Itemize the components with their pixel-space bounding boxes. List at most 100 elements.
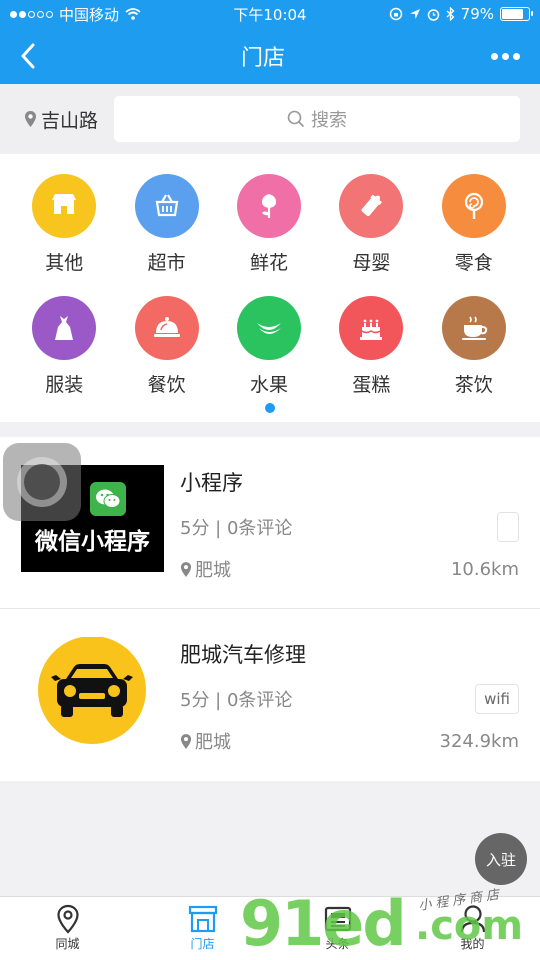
- category-label: 零食: [454, 252, 493, 274]
- signal-strength-icon: [10, 10, 53, 18]
- page-dot: [265, 403, 275, 413]
- category-item[interactable]: 水果: [218, 276, 320, 398]
- lollipop-icon: [441, 174, 506, 238]
- category-item[interactable]: 母婴: [320, 154, 422, 276]
- more-dot-icon: [490, 52, 498, 60]
- assistive-touch-ring: [17, 457, 67, 507]
- category-label: 茶饮: [454, 374, 493, 396]
- store-location-label: 肥城: [195, 732, 231, 753]
- battery-percent: 79%: [460, 5, 494, 23]
- location-pin-icon: [180, 561, 192, 577]
- carrier-label: 中国移动: [59, 5, 120, 24]
- store-tag: [497, 512, 519, 542]
- store-rating: 5分 | 0条评论: [180, 690, 293, 711]
- status-time: 下午10:04: [233, 5, 307, 24]
- more-dot-icon: [501, 52, 509, 60]
- store-info: 肥城汽车修理 5分 | 0条评论 wifi 肥城 324.9km: [180, 639, 519, 755]
- store-name: 小程序: [180, 471, 243, 495]
- tab-stores[interactable]: 门店: [135, 897, 270, 960]
- tab-bar: 同城 门店 头条 我的: [0, 896, 540, 960]
- status-left: 中国移动: [10, 4, 210, 25]
- search-placeholder: 搜索: [311, 110, 347, 131]
- assistive-touch-button[interactable]: [3, 443, 81, 521]
- category-label: 母婴: [352, 252, 391, 274]
- car-icon: [38, 636, 146, 744]
- store-meta: 5分 | 0条评论: [180, 512, 519, 542]
- flower-icon: [236, 174, 301, 238]
- category-label: 其他: [45, 252, 84, 274]
- banana-icon: [236, 296, 301, 360]
- tab-label: 我的: [460, 937, 485, 951]
- store-list: 微信小程序 小程序 5分 | 0条评论 肥城 10.6km 肥城汽车修理 5分 …: [0, 437, 540, 781]
- location-pin-icon: [180, 733, 192, 749]
- store-distance: 10.6km: [450, 558, 519, 580]
- store-location: 肥城: [180, 556, 231, 582]
- page-indicator: [0, 403, 540, 413]
- category-label: 水果: [249, 374, 288, 396]
- store-location: 肥城: [180, 728, 231, 754]
- location-label: 吉山路: [41, 109, 99, 132]
- more-button[interactable]: [470, 28, 540, 84]
- tab-mine[interactable]: 我的: [405, 897, 540, 960]
- store-card[interactable]: 微信小程序 小程序 5分 | 0条评论 肥城 10.6km: [0, 437, 540, 609]
- store-icon: [32, 174, 97, 238]
- status-right: 79%: [330, 5, 533, 23]
- store-location-row: 肥城 324.9km: [180, 727, 519, 755]
- tab-label: 同城: [55, 937, 80, 951]
- category-item[interactable]: 茶饮: [423, 276, 525, 398]
- category-label: 餐饮: [147, 374, 186, 396]
- search-input[interactable]: 搜索: [114, 96, 520, 142]
- store-distance: 324.9km: [439, 730, 520, 752]
- store-thumbnail: [21, 636, 164, 744]
- store-card[interactable]: 肥城汽车修理 5分 | 0条评论 wifi 肥城 324.9km: [0, 609, 540, 781]
- location-pin-icon: [55, 903, 81, 935]
- news-icon: [323, 903, 353, 935]
- tab-news[interactable]: 头条: [270, 897, 405, 960]
- category-label: 鲜花: [249, 252, 288, 274]
- storefront-icon: [188, 903, 218, 935]
- category-grid: 其他 超市 鲜花 母婴 零食服装 餐饮 水果 蛋糕 茶饮: [0, 154, 540, 422]
- chevron-left-icon: [21, 43, 35, 69]
- location-pin-icon: [25, 111, 36, 127]
- nav-bar: 门店: [0, 28, 540, 84]
- more-dot-icon: [512, 52, 520, 60]
- category-label: 超市: [147, 252, 186, 274]
- teacup-icon: [441, 296, 506, 360]
- alarm-icon: [427, 8, 439, 21]
- status-bar: 中国移动 下午10:04 79%: [0, 0, 540, 28]
- cloche-icon: [134, 296, 199, 360]
- battery-fill: [502, 9, 523, 19]
- category-item[interactable]: 其他: [13, 154, 115, 276]
- back-button[interactable]: [0, 28, 56, 84]
- category-label: 服装: [45, 374, 84, 396]
- basket-icon: [134, 174, 199, 238]
- category-item[interactable]: 服装: [13, 276, 115, 398]
- tab-label: 头条: [325, 937, 350, 951]
- category-grid-items: 其他 超市 鲜花 母婴 零食服装 餐饮 水果 蛋糕 茶饮: [0, 154, 540, 398]
- battery-icon: [500, 7, 533, 21]
- wechat-logo-icon: [89, 481, 126, 516]
- store-info: 小程序 5分 | 0条评论 肥城 10.6km: [180, 467, 519, 583]
- store-name: 肥城汽车修理: [180, 643, 306, 667]
- baby-bottle-icon: [339, 174, 404, 238]
- category-item[interactable]: 鲜花: [218, 154, 320, 276]
- assistive-touch-core: [24, 464, 60, 500]
- join-button[interactable]: 入驻: [475, 833, 527, 885]
- tab-city[interactable]: 同城: [0, 897, 135, 960]
- category-item[interactable]: 餐饮: [115, 276, 217, 398]
- thumbnail-text: 微信小程序: [35, 528, 150, 555]
- category-item[interactable]: 零食: [423, 154, 525, 276]
- wifi-icon: [125, 8, 141, 20]
- page-title: 门店: [240, 46, 285, 71]
- location-selector[interactable]: 吉山路: [0, 106, 114, 133]
- category-label: 蛋糕: [352, 374, 391, 396]
- cake-icon: [339, 296, 404, 360]
- bluetooth-icon: [446, 7, 455, 21]
- store-tag: wifi: [475, 684, 519, 714]
- user-icon: [459, 903, 487, 935]
- category-item[interactable]: 超市: [115, 154, 217, 276]
- category-item[interactable]: 蛋糕: [320, 276, 422, 398]
- store-meta: 5分 | 0条评论 wifi: [180, 684, 519, 714]
- location-arrow-icon: [409, 9, 420, 19]
- rotation-lock-icon: [389, 7, 402, 21]
